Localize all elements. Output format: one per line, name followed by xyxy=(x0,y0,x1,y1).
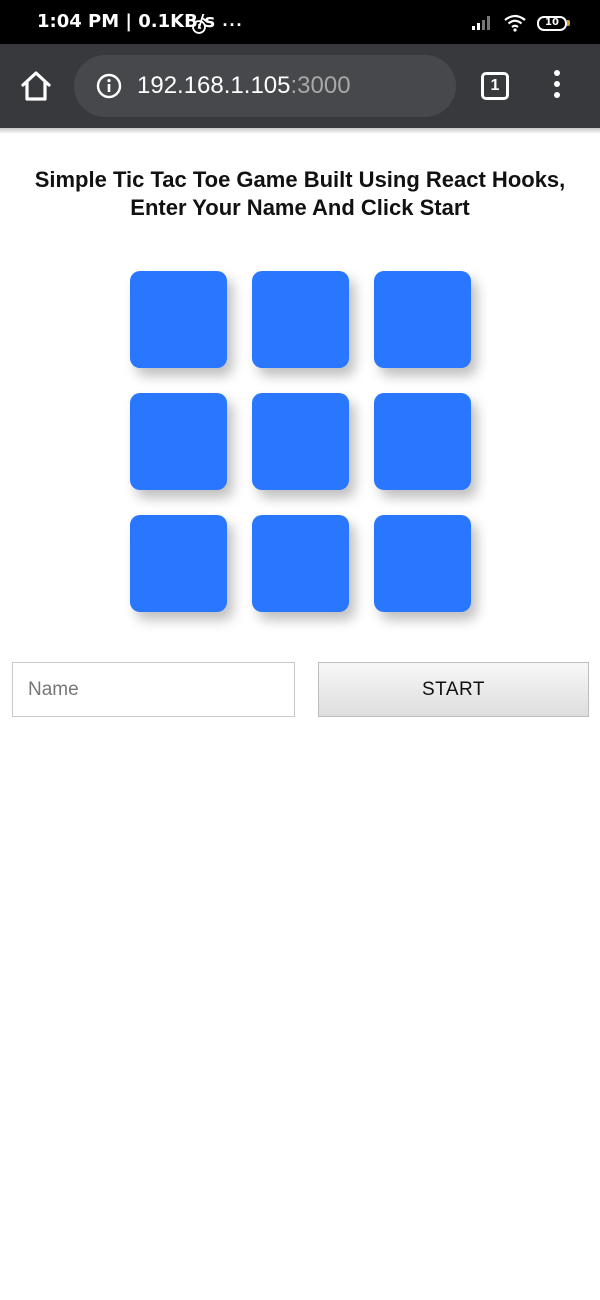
address-bar[interactable]: 192.168.1.105:3000 xyxy=(74,55,456,117)
wifi-icon xyxy=(504,14,526,32)
alarm-icon xyxy=(191,17,207,34)
status-right-icons: 10 xyxy=(471,14,570,32)
page-title-line-2: Enter Your Name And Click Start xyxy=(130,195,470,220)
browser-toolbar: 192.168.1.105:3000 1 xyxy=(0,44,600,128)
status-left-icons: ··· xyxy=(190,15,243,36)
battery-icon: 10 xyxy=(537,15,567,31)
url-port: :3000 xyxy=(290,72,351,99)
board-cell-7[interactable] xyxy=(130,515,227,612)
toolbar-shadow xyxy=(0,128,600,134)
board-cell-2[interactable] xyxy=(252,271,349,368)
board-cell-3[interactable] xyxy=(374,271,471,368)
battery-indicator: 10 xyxy=(537,15,570,31)
battery-tip xyxy=(567,20,570,26)
status-bar: 1:04 PM | 0.1KB/s ··· 10 xyxy=(0,0,600,44)
url-text[interactable]: 192.168.1.105:3000 xyxy=(137,72,351,100)
more-notifications-icon: ··· xyxy=(222,15,244,35)
home-icon[interactable] xyxy=(18,68,54,104)
status-time: 1:04 PM | 0.1KB/s xyxy=(37,11,216,32)
info-icon[interactable] xyxy=(96,73,122,99)
signal-icon xyxy=(472,16,490,30)
board-cell-9[interactable] xyxy=(374,515,471,612)
page-title: Simple Tic Tac Toe Game Built Using Reac… xyxy=(0,166,600,222)
overflow-menu-icon[interactable] xyxy=(545,70,569,104)
page-title-line-1: Simple Tic Tac Toe Game Built Using Reac… xyxy=(34,167,566,192)
game-board xyxy=(130,271,472,613)
board-cell-1[interactable] xyxy=(130,271,227,368)
board-cell-5[interactable] xyxy=(252,393,349,490)
board-cell-6[interactable] xyxy=(374,393,471,490)
tab-switcher-button[interactable]: 1 xyxy=(481,72,509,100)
board-cell-8[interactable] xyxy=(252,515,349,612)
url-host: 192.168.1.105 xyxy=(137,72,291,99)
board-cell-4[interactable] xyxy=(130,393,227,490)
name-input[interactable] xyxy=(12,662,295,717)
start-button[interactable]: START xyxy=(318,662,589,717)
